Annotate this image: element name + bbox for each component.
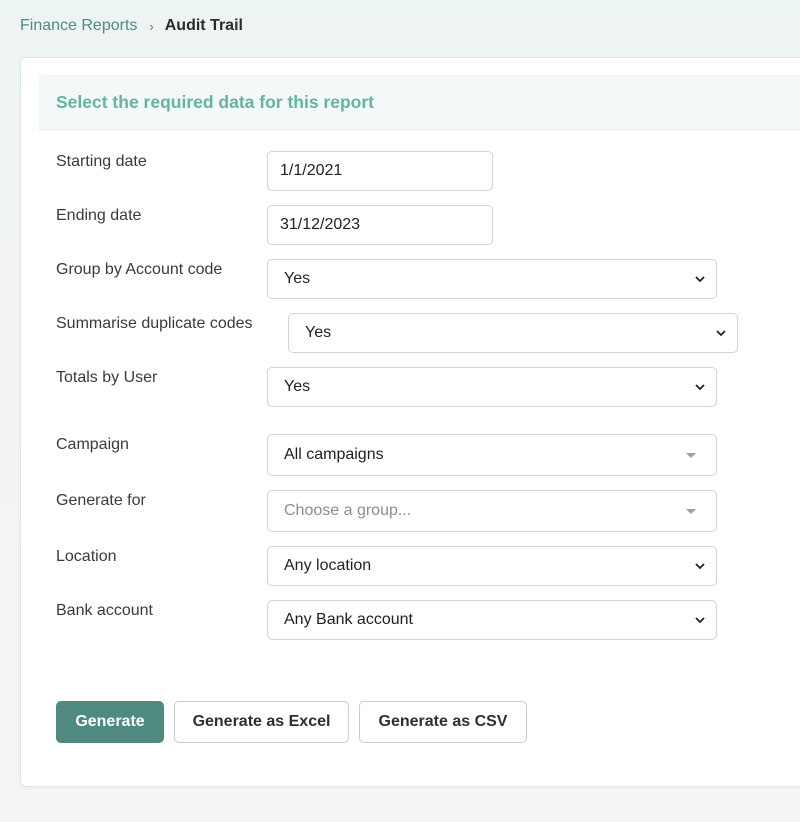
generate-button[interactable]: Generate [56, 701, 164, 743]
breadcrumb-finance-reports[interactable]: Finance Reports [20, 17, 137, 35]
card-title: Select the required data for this report [56, 92, 374, 112]
totals-by-user-label: Totals by User [56, 369, 158, 386]
generate-csv-button[interactable]: Generate as CSV [359, 701, 527, 743]
summarise-duplicates-label: Summarise duplicate codes [56, 315, 253, 332]
campaign-value: All campaigns [284, 446, 384, 463]
generate-for-select[interactable]: Choose a group... [267, 490, 717, 532]
starting-date-value: 1/1/2021 [280, 162, 343, 179]
ending-date-label: Ending date [56, 207, 142, 224]
caret-down-icon [686, 452, 696, 458]
breadcrumb: Finance Reports › Audit Trail [20, 15, 243, 37]
chevron-down-icon [692, 558, 708, 574]
caret-down-icon [686, 508, 696, 514]
generate-for-label: Generate for [56, 492, 146, 509]
chevron-down-icon [692, 379, 708, 395]
chevron-down-icon [692, 612, 708, 628]
group-by-account-value: Yes [284, 270, 311, 287]
bank-account-value: Any Bank account [284, 611, 413, 628]
generate-excel-button[interactable]: Generate as Excel [174, 701, 349, 743]
bank-account-label: Bank account [56, 602, 153, 619]
totals-by-user-value: Yes [284, 378, 311, 395]
card-header: Select the required data for this report [39, 75, 800, 130]
chevron-down-icon [692, 271, 708, 287]
breadcrumb-separator: › [149, 18, 154, 34]
breadcrumb-current: Audit Trail [164, 17, 243, 34]
generate-for-placeholder: Choose a group... [284, 502, 412, 519]
location-label: Location [56, 548, 117, 565]
starting-date-input[interactable]: 1/1/2021 [267, 151, 493, 191]
totals-by-user-select[interactable]: Yes [267, 367, 717, 407]
group-by-account-select[interactable]: Yes [267, 259, 717, 299]
bank-account-select[interactable]: Any Bank account [267, 600, 717, 640]
group-by-account-label: Group by Account code [56, 261, 223, 278]
chevron-down-icon [713, 325, 729, 341]
campaign-label: Campaign [56, 436, 129, 453]
ending-date-value: 31/12/2023 [280, 216, 361, 233]
summarise-duplicates-value: Yes [305, 324, 332, 341]
location-select[interactable]: Any location [267, 546, 717, 586]
starting-date-label: Starting date [56, 153, 147, 170]
location-value: Any location [284, 557, 372, 574]
report-card: Select the required data for this report… [20, 57, 800, 787]
summarise-duplicates-select[interactable]: Yes [288, 313, 738, 353]
campaign-select[interactable]: All campaigns [267, 434, 717, 476]
ending-date-input[interactable]: 31/12/2023 [267, 205, 493, 245]
